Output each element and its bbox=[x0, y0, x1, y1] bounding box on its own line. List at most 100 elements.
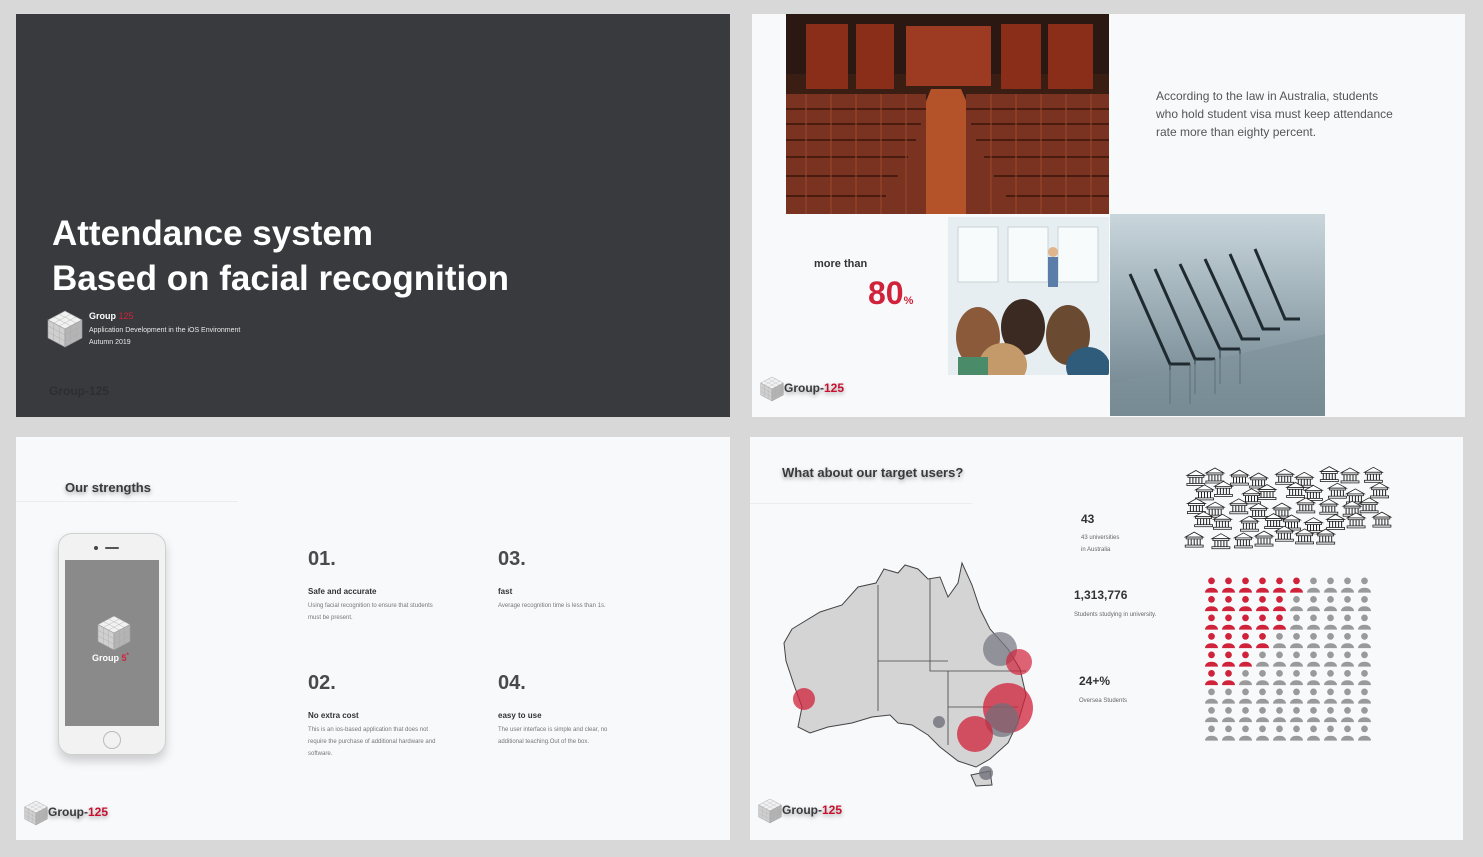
person-icon bbox=[1239, 577, 1252, 593]
university-icon bbox=[1213, 480, 1233, 497]
person-icon bbox=[1205, 577, 1218, 593]
home-button-icon bbox=[103, 731, 121, 749]
people-grid bbox=[1205, 577, 1371, 741]
speaker-icon bbox=[105, 547, 119, 549]
person-icon bbox=[1290, 633, 1303, 649]
person-icon bbox=[1341, 670, 1354, 686]
person-icon bbox=[1256, 670, 1269, 686]
person-icon bbox=[1324, 596, 1337, 612]
person-icon bbox=[1341, 688, 1354, 704]
university-icon bbox=[1340, 467, 1360, 484]
universities-label: 43 universities in Australia bbox=[1081, 532, 1119, 556]
person-icon bbox=[1205, 614, 1218, 630]
person-icon bbox=[1256, 633, 1269, 649]
strength-description: Using facial recognition to ensure that … bbox=[308, 603, 433, 621]
group-number: 125 bbox=[118, 311, 134, 321]
slide-attendance-law[interactable]: According to the law in Australia, stude… bbox=[752, 14, 1465, 417]
person-icon bbox=[1205, 725, 1218, 741]
strength-description: The user interface is simple and clear, … bbox=[498, 727, 608, 745]
person-icon bbox=[1307, 670, 1320, 686]
person-icon bbox=[1273, 614, 1286, 630]
title-line-1: Attendance system bbox=[52, 214, 373, 253]
slide-target-users[interactable]: What about our target users? 43 43 unive… bbox=[750, 437, 1463, 840]
person-icon bbox=[1239, 614, 1252, 630]
person-icon bbox=[1307, 577, 1320, 593]
app-name-label: Group bbox=[92, 653, 119, 663]
logo-prefix: Group- bbox=[784, 381, 824, 395]
footer-watermark: Group-125 bbox=[49, 384, 110, 398]
person-icon bbox=[1205, 688, 1218, 704]
app-name-sup: * bbox=[126, 653, 129, 659]
university-icon bbox=[1186, 498, 1206, 515]
person-icon bbox=[1307, 633, 1320, 649]
person-icon bbox=[1341, 596, 1354, 612]
cube-logo-icon bbox=[97, 615, 131, 651]
person-icon bbox=[1341, 633, 1354, 649]
strength-title: fast bbox=[498, 587, 513, 596]
university-icon bbox=[1211, 533, 1231, 550]
footer-logo: Group-125 bbox=[760, 375, 880, 403]
strength-number: 01. bbox=[308, 548, 336, 570]
person-icon bbox=[1290, 670, 1303, 686]
percent-sign: % bbox=[903, 295, 914, 307]
person-icon bbox=[1324, 670, 1337, 686]
strength-number: 04. bbox=[498, 672, 526, 694]
strengths-heading: Our strengths bbox=[65, 480, 151, 495]
person-icon bbox=[1358, 688, 1371, 704]
university-icon bbox=[1370, 482, 1390, 499]
person-icon bbox=[1256, 577, 1269, 593]
university-icon bbox=[1372, 511, 1392, 528]
person-icon bbox=[1273, 707, 1286, 723]
university-icon bbox=[1205, 467, 1225, 484]
cube-logo-icon bbox=[47, 310, 83, 348]
strength-title: Safe and accurate bbox=[308, 587, 377, 596]
person-icon bbox=[1239, 670, 1252, 686]
cube-logo-icon bbox=[760, 376, 784, 402]
person-icon bbox=[1273, 688, 1286, 704]
university-icon bbox=[1242, 488, 1261, 505]
person-icon bbox=[1307, 707, 1320, 723]
strength-title: No extra cost bbox=[308, 711, 359, 720]
group-name: Group 125 bbox=[89, 311, 134, 321]
strength-number: 02. bbox=[308, 672, 336, 694]
person-icon bbox=[1324, 577, 1337, 593]
cube-logo-icon bbox=[758, 798, 782, 824]
person-icon bbox=[1256, 651, 1269, 667]
universities-count: 43 bbox=[1081, 512, 1095, 526]
person-icon bbox=[1273, 670, 1286, 686]
universities-label-line-1: 43 universities bbox=[1081, 535, 1120, 541]
university-icon bbox=[1275, 468, 1295, 485]
person-icon bbox=[1222, 596, 1235, 612]
students-label: Students studying in university. bbox=[1074, 612, 1157, 618]
person-icon bbox=[1324, 651, 1337, 667]
phone-mockup: Group 5* bbox=[58, 533, 166, 755]
person-icon bbox=[1222, 577, 1235, 593]
person-icon bbox=[1290, 577, 1303, 593]
person-icon bbox=[1256, 614, 1269, 630]
more-than-label: more than bbox=[814, 258, 868, 270]
person-icon bbox=[1290, 688, 1303, 704]
person-icon bbox=[1222, 614, 1235, 630]
person-icon bbox=[1358, 614, 1371, 630]
university-icon bbox=[1327, 482, 1347, 499]
heading-divider bbox=[16, 501, 238, 502]
strength-title: easy to use bbox=[498, 711, 542, 720]
classroom-photo bbox=[948, 217, 1109, 375]
person-icon bbox=[1324, 688, 1337, 704]
person-icon bbox=[1341, 614, 1354, 630]
person-icon bbox=[1205, 707, 1218, 723]
slide-strengths[interactable]: Our strengths Group 5* 01. Safe and accu… bbox=[16, 437, 730, 840]
slide-title[interactable]: Attendance system Based on facial recogn… bbox=[16, 14, 730, 417]
person-icon bbox=[1324, 707, 1337, 723]
university-icon bbox=[1286, 482, 1306, 498]
title-line-2: Based on facial recognition bbox=[52, 259, 510, 298]
university-icon bbox=[1195, 484, 1214, 501]
university-icon bbox=[1186, 470, 1206, 486]
australia-map bbox=[783, 561, 1033, 787]
person-icon bbox=[1205, 670, 1218, 686]
strength-description: Average recognition time is less than 1s… bbox=[498, 603, 606, 609]
person-icon bbox=[1290, 596, 1303, 612]
university-icon bbox=[1233, 532, 1253, 549]
person-icon bbox=[1358, 633, 1371, 649]
logo-number: 125 bbox=[88, 805, 109, 819]
